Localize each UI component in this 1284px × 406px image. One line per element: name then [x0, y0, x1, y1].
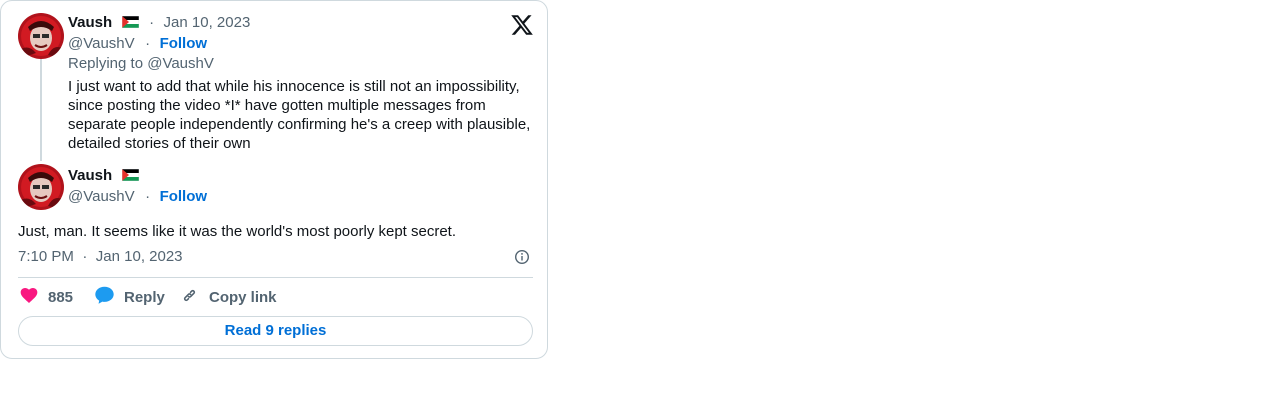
x-logo-icon[interactable]	[510, 13, 534, 42]
tweet-date[interactable]: Jan 10, 2023	[164, 14, 251, 31]
avatar[interactable]	[18, 164, 64, 210]
palestine-flag-icon	[121, 168, 139, 182]
main-tweet-handle-row: @VaushV · Follow	[68, 188, 207, 206]
reply-tweet-handle-row: @VaushV · Follow	[68, 35, 207, 53]
reply-tweet-header: Vaush · Jan 10, 2023	[68, 14, 250, 32]
separator-dot: ·	[145, 35, 151, 52]
author-handle[interactable]: @VaushV	[68, 188, 135, 205]
reply-tweet-text: I just want to add that while his innoce…	[68, 78, 531, 152]
divider	[18, 277, 533, 278]
tweet-date[interactable]: Jan 10, 2023	[96, 248, 183, 265]
tweet-time[interactable]: 7:10 PM	[18, 248, 74, 265]
main-tweet-text: Just, man. It seems like it was the worl…	[18, 223, 457, 240]
palestine-flag-icon	[121, 15, 139, 29]
main-tweet-header: Vaush	[68, 167, 139, 185]
separator-dot: ·	[82, 248, 88, 265]
copy-link-button[interactable]: Copy link	[180, 286, 277, 308]
like-button[interactable]: 885	[19, 286, 73, 308]
follow-button[interactable]: Follow	[160, 35, 208, 52]
author-name[interactable]: Vaush	[68, 167, 112, 184]
author-name[interactable]: Vaush	[68, 14, 112, 31]
speech-bubble-icon	[94, 285, 115, 309]
author-handle[interactable]: @VaushV	[68, 35, 135, 52]
separator-dot: ·	[145, 188, 151, 205]
replying-to-label[interactable]: Replying to @VaushV	[68, 55, 214, 72]
read-replies-button[interactable]: Read 9 replies	[18, 316, 533, 346]
heart-icon	[19, 285, 39, 309]
like-count: 885	[48, 288, 74, 306]
reply-button[interactable]: Reply	[94, 286, 165, 308]
link-icon	[180, 286, 199, 309]
tweet-embed-card: Vaush · Jan 10, 2023 @VaushV · Follow Re…	[0, 0, 548, 359]
separator-dot: ·	[149, 14, 155, 31]
avatar[interactable]	[18, 13, 64, 59]
thread-connector-line	[40, 59, 42, 161]
tweet-timestamp[interactable]: 7:10 PM · Jan 10, 2023	[18, 248, 183, 266]
copy-link-label: Copy link	[209, 288, 277, 306]
reply-label: Reply	[124, 288, 165, 306]
follow-button[interactable]: Follow	[160, 188, 208, 205]
info-icon[interactable]	[514, 249, 530, 270]
